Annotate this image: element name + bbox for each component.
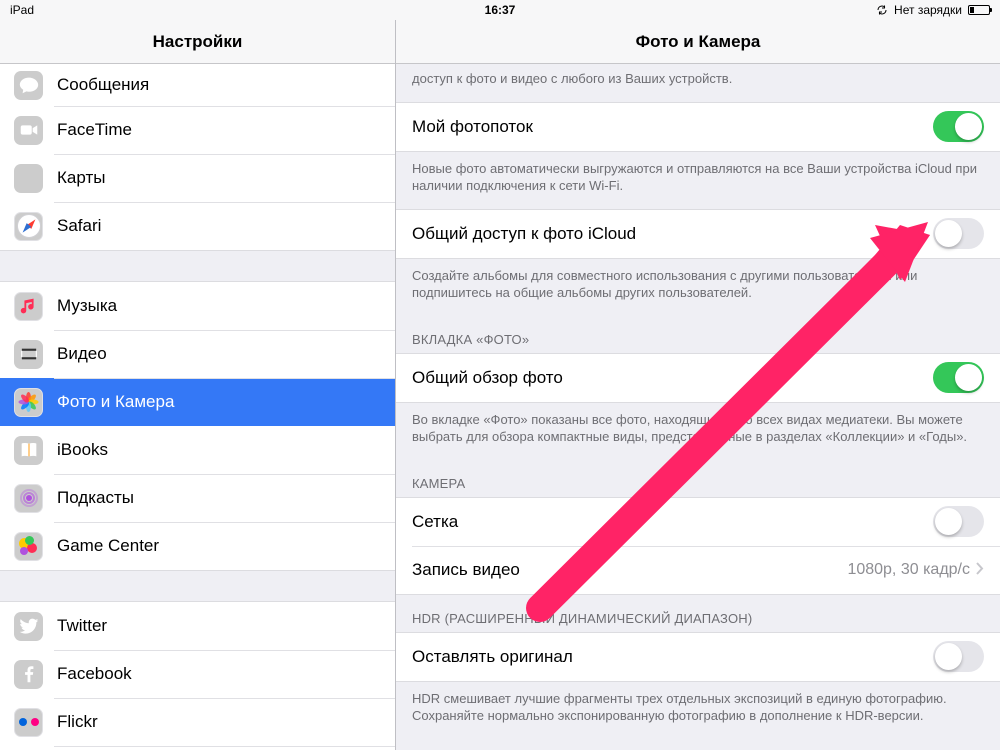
sidebar-item-facetime[interactable]: FaceTime [0,106,395,154]
sidebar-item-label: Flickr [57,712,98,732]
sidebar-item-label: Safari [57,216,101,236]
cell-summarize-photos[interactable]: Общий обзор фото [396,354,1000,402]
sidebar-item-label: iBooks [57,440,108,460]
sidebar-item-messages[interactable]: Сообщения [0,64,395,106]
device-label: iPad [10,3,34,17]
sidebar-item-label: Видео [57,344,107,364]
sidebar-item-ibooks[interactable]: iBooks [0,426,395,474]
hdr-footer: HDR смешивает лучшие фрагменты трех отде… [396,682,1000,739]
sidebar-item-gamecenter[interactable]: Game Center [0,522,395,570]
switch-icloud-photo-sharing[interactable] [933,218,984,249]
cell-label: Мой фотопоток [412,117,933,137]
cell-label: Общий доступ к фото iCloud [412,224,933,244]
sidebar-title: Настройки [0,20,395,64]
intro-footer: доступ к фото и видео с любого из Ваших … [396,64,1000,102]
safari-icon [14,212,43,241]
cell-label: Оставлять оригинал [412,647,933,667]
section-header-photos-tab: ВКЛАДКА «ФОТО» [396,316,1000,353]
switch-grid[interactable] [933,506,984,537]
twitter-icon [14,612,43,641]
podcasts-icon [14,484,43,513]
sidebar-item-photos[interactable]: Фото и Камера [0,378,395,426]
switch-my-photostream[interactable] [933,111,984,142]
icloud-sharing-footer: Создайте альбомы для совместного использ… [396,259,1000,316]
cell-value: 1080p, 30 кадр/с [847,561,970,579]
photostream-footer: Новые фото автоматически выгружаются и о… [396,152,1000,209]
sidebar-item-label: Game Center [57,536,159,556]
status-bar: iPad 16:37 Нет зарядки [0,0,1000,20]
facebook-icon [14,660,43,689]
sidebar-item-flickr[interactable]: Flickr [0,698,395,746]
photos-tab-footer: Во вкладке «Фото» показаны все фото, нах… [396,403,1000,460]
cell-label: Сетка [412,512,933,532]
flickr-icon [14,708,43,737]
maps-icon [14,164,43,193]
sidebar-item-maps[interactable]: Карты [0,154,395,202]
cell-record-video[interactable]: Запись видео 1080p, 30 кадр/с [396,546,1000,594]
section-header-hdr: HDR (РАСШИРЕННЫЙ ДИНАМИЧЕСКИЙ ДИАПАЗОН) [396,595,1000,632]
clock: 16:37 [0,3,1000,17]
sidebar-item-label: Facebook [57,664,132,684]
ibooks-icon [14,436,43,465]
not-charging-icon [876,4,888,16]
music-icon [14,292,43,321]
sidebar-item-podcasts[interactable]: Подкасты [0,474,395,522]
video-icon [14,340,43,369]
sidebar-item-music[interactable]: Музыка [0,282,395,330]
sidebar-item-safari[interactable]: Safari [0,202,395,250]
cell-icloud-photo-sharing[interactable]: Общий доступ к фото iCloud [396,210,1000,258]
sidebar-item-label: FaceTime [57,120,132,140]
photos-icon [14,388,43,417]
detail-title: Фото и Камера [396,20,1000,64]
sidebar-item-facebook[interactable]: Facebook [0,650,395,698]
gamecenter-icon [14,532,43,561]
sidebar-item-label: Карты [57,168,105,188]
sidebar-item-label: Фото и Камера [57,392,174,412]
detail-pane: Фото и Камера доступ к фото и видео с лю… [396,20,1000,750]
settings-sidebar: Настройки Сообщения FaceTime [0,20,396,750]
battery-text: Нет зарядки [894,3,962,17]
chevron-right-icon [976,560,984,580]
cell-keep-original[interactable]: Оставлять оригинал [396,633,1000,681]
sidebar-item-label: Twitter [57,616,107,636]
messages-icon [14,71,43,100]
sidebar-item-label: Сообщения [57,75,149,95]
section-header-camera: КАМЕРА [396,460,1000,497]
sidebar-item-video[interactable]: Видео [0,330,395,378]
sidebar-item-vimeo[interactable]: Vimeo [0,746,395,750]
sidebar-item-label: Подкасты [57,488,134,508]
cell-label: Общий обзор фото [412,368,933,388]
cell-label: Запись видео [412,560,847,580]
sidebar-item-twitter[interactable]: Twitter [0,602,395,650]
sidebar-item-label: Музыка [57,296,117,316]
cell-my-photostream[interactable]: Мой фотопоток [396,103,1000,151]
switch-summarize-photos[interactable] [933,362,984,393]
facetime-icon [14,116,43,145]
switch-keep-original[interactable] [933,641,984,672]
cell-grid[interactable]: Сетка [396,498,1000,546]
battery-icon [968,5,990,15]
